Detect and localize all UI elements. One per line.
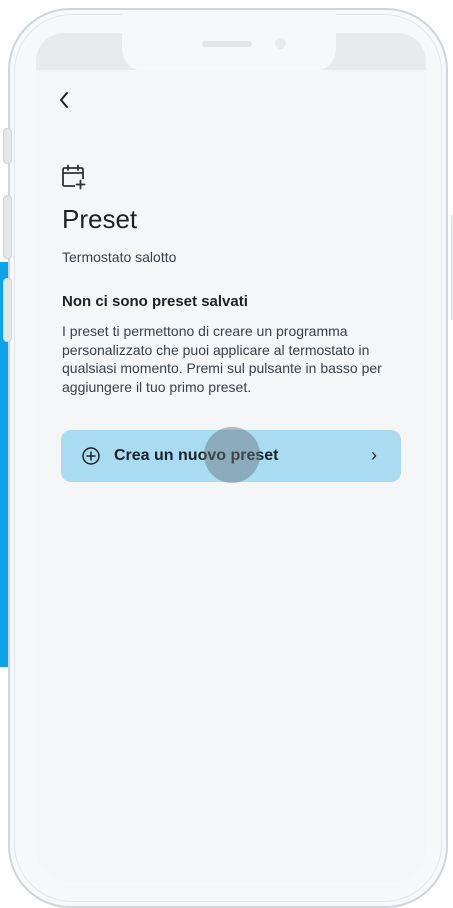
chevron-right-icon: › xyxy=(371,445,377,465)
mute-switch xyxy=(3,128,12,164)
page-subtitle: Termostato salotto xyxy=(62,249,177,265)
touch-indicator xyxy=(204,427,260,483)
back-button[interactable] xyxy=(58,90,78,114)
calendar-plus-icon xyxy=(62,164,86,190)
empty-state-heading: Non ci sono preset salvati xyxy=(62,293,248,310)
chevron-left-icon xyxy=(60,92,68,108)
speaker-grille xyxy=(202,41,252,47)
plus-circle-icon xyxy=(82,447,100,465)
page-title: Preset xyxy=(62,204,138,234)
volume-down-button xyxy=(3,278,12,342)
empty-state-description: I preset ti permettono di creare un prog… xyxy=(62,323,382,395)
volume-up-button xyxy=(3,195,12,259)
front-camera xyxy=(275,38,286,49)
